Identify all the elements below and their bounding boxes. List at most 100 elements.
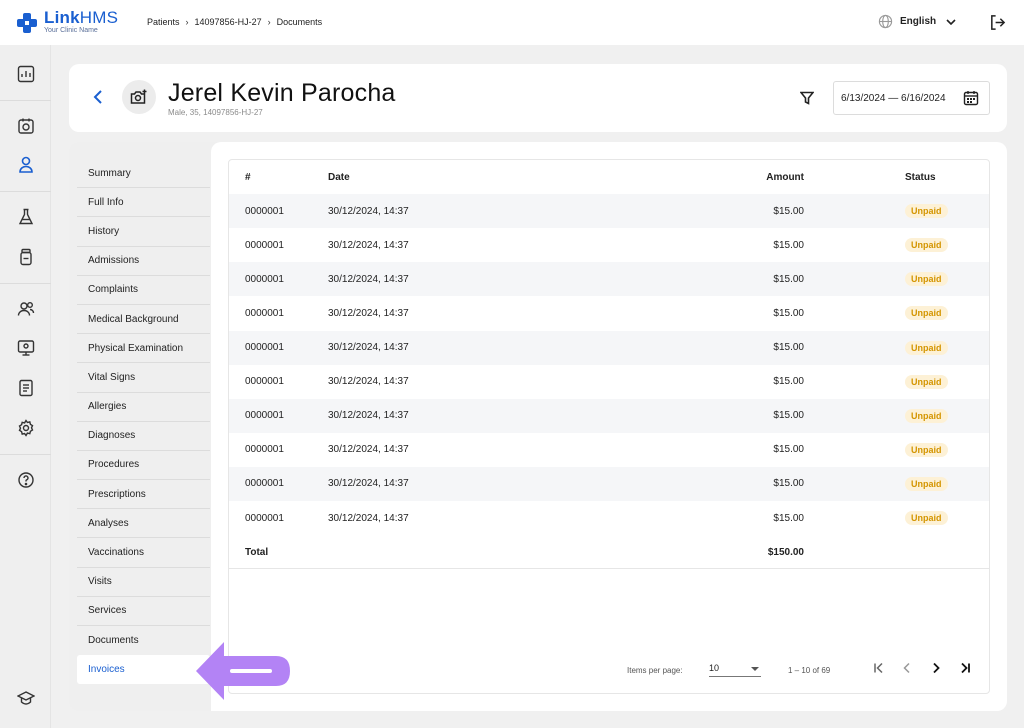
avatar-upload[interactable] <box>122 80 156 114</box>
back-button[interactable] <box>90 89 106 105</box>
nav-education[interactable] <box>16 688 36 708</box>
menu-item-services[interactable]: Services <box>77 597 210 626</box>
menu-item-allergies[interactable]: Allergies <box>77 393 210 422</box>
nav-divider <box>0 191 51 192</box>
nav-divider <box>0 454 51 455</box>
menu-item-invoices[interactable]: Invoices <box>77 655 210 685</box>
status-badge: Unpaid <box>905 272 948 287</box>
patient-header-card: Jerel Kevin Parocha Male, 35, 14097856-H… <box>69 64 1007 132</box>
invoice-status: Unpaid <box>905 194 948 228</box>
invoices-panel: # Date Amount Status 0000001 30/12/2024, … <box>211 142 1007 711</box>
first-page-button[interactable] <box>872 661 886 675</box>
invoice-status: Unpaid <box>905 433 948 467</box>
status-badge: Unpaid <box>905 442 948 457</box>
report-icon <box>19 379 33 397</box>
breadcrumb-documents[interactable]: Documents <box>277 17 323 27</box>
table-row[interactable]: 0000001 30/12/2024, 14:37 $15.00 Unpaid <box>229 365 989 399</box>
chevron-down-icon <box>946 18 956 25</box>
invoice-number: 0000001 <box>245 410 284 422</box>
invoice-number: 0000001 <box>245 307 284 319</box>
table-row[interactable]: 0000001 30/12/2024, 14:37 $15.00 Unpaid <box>229 501 989 535</box>
menu-item-analyses[interactable]: Analyses <box>77 509 210 539</box>
menu-item-history[interactable]: History <box>77 217 210 247</box>
last-page-button[interactable] <box>958 661 972 675</box>
status-badge: Unpaid <box>905 476 948 491</box>
filter-icon <box>799 91 815 105</box>
menu-item-complaints[interactable]: Complaints <box>77 276 210 305</box>
menu-item-physical-examination[interactable]: Physical Examination <box>77 334 210 364</box>
previous-page-button[interactable] <box>900 661 914 675</box>
menu-item-full-info[interactable]: Full Info <box>77 188 210 218</box>
breadcrumb: Patients › 14097856-HJ-27 › Documents <box>147 17 322 27</box>
invoice-date: 30/12/2024, 14:37 <box>328 239 409 251</box>
table-row[interactable]: 0000001 30/12/2024, 14:37 $15.00 Unpaid <box>229 194 989 229</box>
header-number[interactable]: # <box>245 160 251 194</box>
menu-item-visits[interactable]: Visits <box>77 568 210 597</box>
invoice-date: 30/12/2024, 14:37 <box>328 307 409 319</box>
logout-button[interactable] <box>989 14 1006 36</box>
nav-patients[interactable] <box>16 155 36 175</box>
add-photo-icon <box>130 89 147 104</box>
date-range-picker[interactable]: 6/13/2024 — 6/16/2024 <box>833 81 990 115</box>
help-icon <box>18 472 34 488</box>
nav-reports[interactable] <box>16 378 36 398</box>
items-per-page-select[interactable]: 10 <box>709 661 761 677</box>
invoice-number: 0000001 <box>245 444 284 456</box>
nav-staff[interactable] <box>16 299 36 319</box>
last-page-icon <box>961 662 970 674</box>
table-row[interactable]: 0000001 30/12/2024, 14:37 $15.00 Unpaid <box>229 330 989 365</box>
next-page-button[interactable] <box>929 661 943 675</box>
status-badge: Unpaid <box>905 340 948 355</box>
language-label: English <box>900 16 937 27</box>
invoice-date: 30/12/2024, 14:37 <box>328 410 409 422</box>
patient-name: Jerel Kevin Parocha <box>168 79 396 107</box>
page-range-label: 1 – 10 of 69 <box>788 666 831 675</box>
header-status[interactable]: Status <box>905 160 936 194</box>
table-row[interactable]: 0000001 30/12/2024, 14:37 $15.00 Unpaid <box>229 296 989 330</box>
nav-dashboard[interactable] <box>16 64 36 84</box>
menu-item-procedures[interactable]: Procedures <box>77 451 210 481</box>
nav-settings[interactable] <box>16 418 36 438</box>
invoice-date: 30/12/2024, 14:37 <box>328 376 409 388</box>
table-row[interactable]: 0000001 30/12/2024, 14:37 $15.00 Unpaid <box>229 466 989 501</box>
invoice-number: 0000001 <box>245 512 284 524</box>
status-badge: Unpaid <box>905 374 948 389</box>
nav-help[interactable] <box>16 470 36 490</box>
nav-monitor[interactable] <box>16 338 36 358</box>
medicine-bottle-icon <box>20 248 32 266</box>
dropdown-arrow-icon <box>751 667 759 671</box>
menu-item-prescriptions[interactable]: Prescriptions <box>77 480 210 510</box>
table-row[interactable]: 0000001 30/12/2024, 14:37 $15.00 Unpaid <box>229 228 989 262</box>
menu-item-diagnoses[interactable]: Diagnoses <box>77 422 210 451</box>
menu-item-documents[interactable]: Documents <box>77 626 210 655</box>
menu-item-vaccinations[interactable]: Vaccinations <box>77 538 210 568</box>
invoice-date: 30/12/2024, 14:37 <box>328 512 409 524</box>
breadcrumb-patient-id[interactable]: 14097856-HJ-27 <box>195 17 262 27</box>
table-row[interactable]: 0000001 30/12/2024, 14:37 $15.00 Unpaid <box>229 433 989 467</box>
filter-button[interactable] <box>799 91 815 110</box>
logout-icon <box>991 15 1006 30</box>
breadcrumb-patients[interactable]: Patients <box>147 17 180 27</box>
patient-section-menu: Summary Full Info History Admissions Complai… <box>77 159 210 685</box>
logo-name: LinkHMS <box>44 8 119 27</box>
language-selector[interactable]: English <box>878 14 956 29</box>
nav-lab[interactable] <box>16 207 36 227</box>
app-logo[interactable]: LinkHMS Your Clinic Name <box>16 9 118 34</box>
header-amount[interactable]: Amount <box>766 160 804 194</box>
menu-item-admissions[interactable]: Admissions <box>77 247 210 276</box>
table-row[interactable]: 0000001 30/12/2024, 14:37 $15.00 Unpaid <box>229 398 989 433</box>
globe-icon <box>878 14 893 29</box>
chevron-left-icon <box>903 662 910 674</box>
menu-item-medical-background[interactable]: Medical Background <box>77 305 210 335</box>
invoice-number: 0000001 <box>245 478 284 490</box>
invoice-amount: $15.00 <box>773 512 804 524</box>
status-badge: Unpaid <box>905 204 948 219</box>
content-card: Summary Full Info History Admissions Complai… <box>69 142 1007 711</box>
nav-pharmacy[interactable] <box>16 247 36 267</box>
table-row[interactable]: 0000001 30/12/2024, 14:37 $15.00 Unpaid <box>229 262 989 297</box>
nav-calendar[interactable] <box>16 116 36 136</box>
menu-item-vital-signs[interactable]: Vital Signs <box>77 363 210 393</box>
header-date[interactable]: Date <box>328 160 350 194</box>
menu-item-summary[interactable]: Summary <box>77 159 210 189</box>
patient-icon <box>19 156 33 173</box>
